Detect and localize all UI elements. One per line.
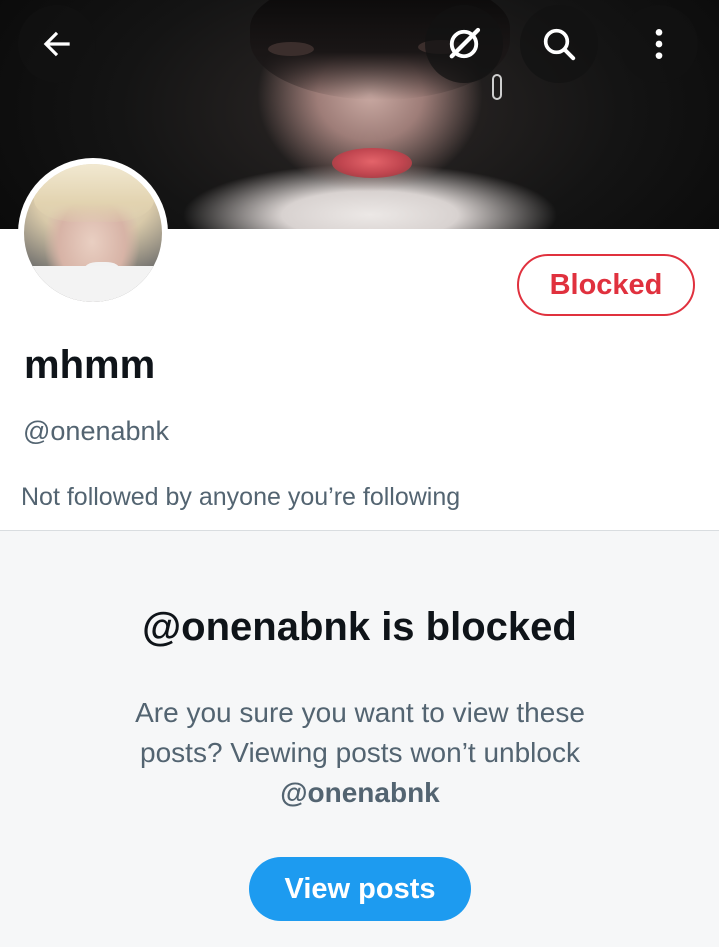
arrow-left-icon bbox=[43, 31, 70, 57]
grok-button[interactable] bbox=[425, 5, 503, 83]
grok-icon bbox=[449, 27, 481, 59]
search-icon bbox=[543, 28, 576, 61]
avatar-hair-shape bbox=[34, 164, 154, 222]
view-posts-button[interactable]: View posts bbox=[249, 857, 471, 921]
profile-page: Blocked mhmm @onenabnk Not followed by a… bbox=[0, 0, 719, 947]
more-vertical-icon bbox=[655, 29, 663, 59]
display-name: mhmm bbox=[24, 343, 156, 387]
blocked-notice-message-text: Are you sure you want to view these post… bbox=[135, 697, 585, 768]
blocked-notice-handle: @onenabnk bbox=[280, 777, 440, 808]
avatar-shirt-shape bbox=[24, 266, 162, 302]
followed-by-text: Not followed by anyone you’re following bbox=[21, 483, 461, 511]
more-options-button[interactable] bbox=[620, 5, 698, 83]
blocked-notice-panel: @onenabnk is blocked Are you sure you wa… bbox=[0, 531, 719, 947]
blocked-button[interactable]: Blocked bbox=[517, 254, 695, 316]
banner-eye-shape bbox=[268, 42, 314, 56]
blocked-notice-title: @onenabnk is blocked bbox=[142, 605, 577, 649]
avatar[interactable] bbox=[18, 158, 168, 308]
user-handle: @onenabnk bbox=[23, 416, 170, 446]
banner-earring-shape bbox=[492, 74, 502, 100]
blocked-notice-message: Are you sure you want to view these post… bbox=[100, 693, 620, 813]
avatar-image bbox=[24, 164, 162, 302]
back-button[interactable] bbox=[18, 5, 96, 83]
banner-lips-shape bbox=[332, 148, 412, 178]
search-button[interactable] bbox=[520, 5, 598, 83]
